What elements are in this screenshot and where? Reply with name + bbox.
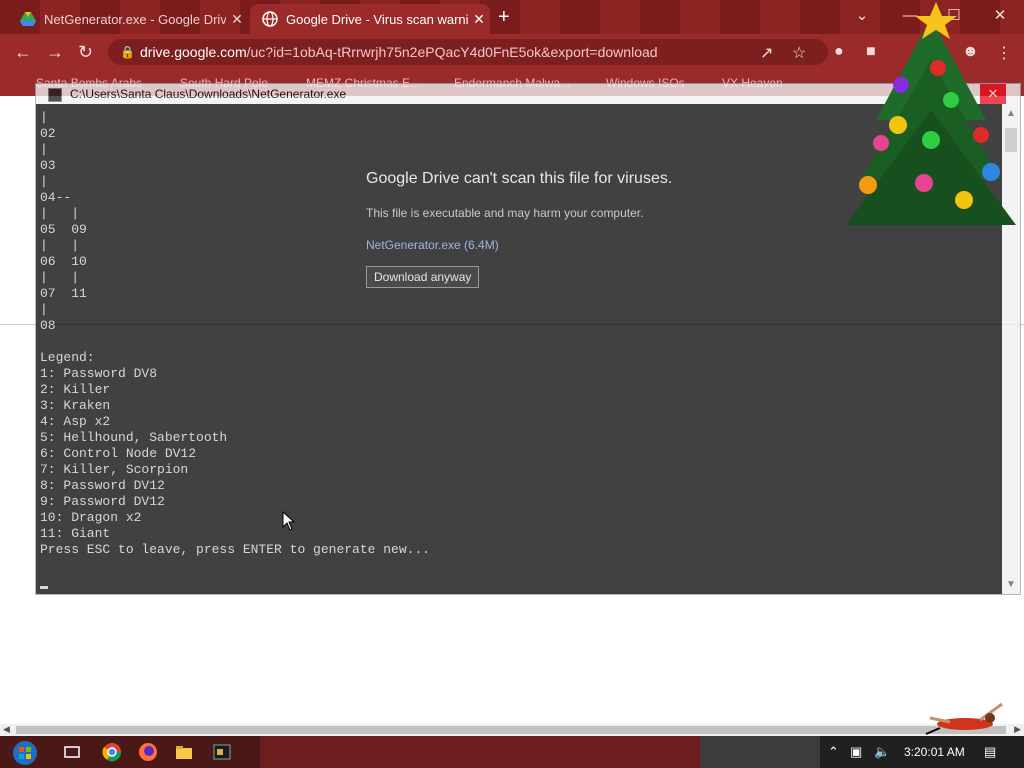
tab-close-icon[interactable]: ✕: [226, 11, 248, 28]
new-tab-button[interactable]: +: [498, 6, 510, 29]
tab-title: NetGenerator.exe - Google Drive: [44, 11, 226, 27]
horizontal-scrollbar[interactable]: ◀ ▶: [0, 724, 1024, 736]
scroll-thumb[interactable]: [16, 726, 1006, 734]
console-line: Legend:: [40, 350, 95, 365]
tray-expand-icon[interactable]: ⌃: [828, 744, 839, 760]
reload-icon[interactable]: ↻: [78, 42, 93, 63]
console-icon: [48, 88, 62, 102]
dancer-sprite-icon: [925, 702, 1003, 735]
lock-icon: 🔒: [120, 45, 135, 59]
download-anyway-button[interactable]: Download anyway: [366, 266, 480, 288]
drive-virus-warning: Google Drive can't scan this file for vi…: [366, 170, 786, 288]
console-line: 11: Giant: [40, 526, 111, 541]
tab-virus-scan-warning[interactable]: Google Drive - Virus scan warnin ✕: [250, 4, 490, 34]
console-line: 08: [40, 318, 56, 333]
console-line: 4: Asp x2: [40, 414, 111, 429]
scroll-down-icon[interactable]: ▼: [1002, 579, 1020, 590]
google-drive-icon: [20, 11, 36, 27]
taskbar-clock[interactable]: 3:20:01 AM: [904, 745, 965, 759]
console-app-icon[interactable]: [212, 742, 232, 762]
console-title: C:\Users\Santa Claus\Downloads\NetGenera…: [70, 87, 347, 101]
console-line: 07 11: [40, 286, 87, 301]
tab-netgenerator[interactable]: NetGenerator.exe - Google Drive ✕: [8, 4, 248, 34]
url-path: /uc?id=1obAq-tRrrwrjh75n2ePQacY4d0FnE5ok…: [246, 44, 658, 60]
file-link[interactable]: NetGenerator.exe (6.4M): [366, 238, 786, 252]
share-icon[interactable]: ↗: [760, 43, 773, 63]
console-line: 2: Killer: [40, 382, 111, 397]
console-line: |: [40, 110, 48, 125]
console-line: |: [40, 142, 48, 157]
console-line: 8: Password DV12: [40, 478, 165, 493]
chrome-icon[interactable]: [102, 742, 122, 762]
back-arrow-icon[interactable]: ←: [14, 42, 32, 63]
tab-title: Google Drive - Virus scan warnin: [286, 11, 468, 27]
taskbar: ⌃ ▣ 🔈 3:20:01 AM ▤: [0, 736, 1024, 768]
forward-arrow-icon[interactable]: →: [46, 42, 64, 63]
warning-heading: Google Drive can't scan this file for vi…: [366, 170, 673, 187]
firefox-icon[interactable]: [138, 742, 158, 762]
console-line: 02: [40, 126, 56, 141]
file-explorer-icon[interactable]: [174, 742, 194, 762]
console-line: 1: Password DV8: [40, 366, 158, 381]
console-line: 5: Hellhound, Sabertooth: [40, 430, 228, 445]
task-view-icon[interactable]: [62, 742, 82, 762]
warning-subtext: This file is executable and may harm you…: [366, 206, 644, 220]
console-line: 6: Control Node DV12: [40, 446, 197, 461]
notification-icon[interactable]: ▤: [984, 744, 996, 760]
scroll-left-icon[interactable]: ◀: [3, 724, 10, 735]
star-icon[interactable]: ☆: [792, 43, 806, 63]
console-line: 7: Killer, Scorpion: [40, 462, 189, 477]
globe-icon: [262, 11, 278, 27]
scroll-right-icon[interactable]: ▶: [1014, 724, 1021, 735]
volume-icon[interactable]: 🔈: [874, 744, 890, 760]
start-orb-icon[interactable]: [12, 740, 38, 766]
console-line: Press ESC to leave, press ENTER to gener…: [40, 542, 431, 557]
address-bar[interactable]: 🔒 drive.google.com/uc?id=1obAq-tRrrwrjh7…: [108, 39, 828, 65]
christmas-tree-icon: [846, 2, 1016, 225]
url-text: drive.google.com/uc?id=1obAq-tRrrwrjh75n…: [140, 39, 658, 65]
tab-close-icon[interactable]: ✕: [468, 11, 490, 28]
network-icon[interactable]: ▣: [850, 744, 862, 760]
console-line: 10: Dragon x2: [40, 510, 142, 525]
text-cursor: [40, 586, 48, 589]
console-line: 9: Password DV12: [40, 494, 165, 509]
mouse-pointer-icon: [282, 511, 296, 531]
extension-icon[interactable]: ●: [834, 43, 844, 61]
console-line: |: [40, 302, 48, 317]
url-host: drive.google.com: [140, 44, 247, 60]
console-line: 3: Kraken: [40, 398, 111, 413]
